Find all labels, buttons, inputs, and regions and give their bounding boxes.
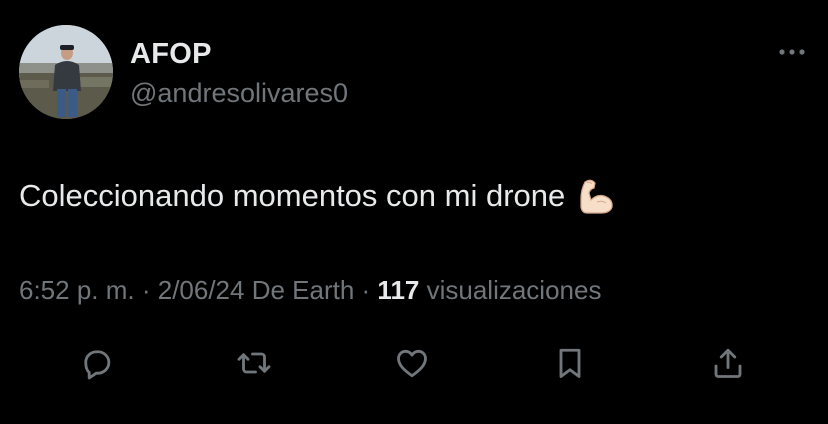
tweet-time[interactable]: 6:52 p. m. [19,275,135,305]
flexed-biceps-emoji-icon [577,176,617,216]
avatar[interactable] [19,25,113,119]
heart-icon [397,349,427,378]
views-count[interactable]: 117 [377,275,419,305]
bookmark-button[interactable] [547,340,593,386]
action-bar [0,340,828,386]
tweet-text: Coleccionando momentos con mi drone [19,176,617,216]
meta-separator: · [354,275,378,305]
reply-button[interactable] [74,340,120,386]
views-label: visualizaciones [419,275,602,305]
share-icon [714,348,742,378]
tweet-text-content: Coleccionando momentos con mi drone [19,178,566,213]
tweet-detail: AFOP @andresolivares0 Coleccionando mome… [0,0,828,424]
display-name[interactable]: AFOP [130,38,212,71]
bookmark-icon [559,348,581,378]
share-button[interactable] [705,340,751,386]
more-options-icon[interactable] [776,42,808,62]
tweet-meta: 6:52 p. m. · 2/06/24 De Earth · 117 visu… [19,275,601,306]
tweet-date-source[interactable]: 2/06/24 De Earth [158,275,355,305]
avatar-photo [19,25,113,119]
meta-separator: · [134,275,158,305]
like-button[interactable] [389,340,435,386]
reply-icon [84,350,111,380]
repost-button[interactable] [231,340,277,386]
repost-icon [237,352,271,374]
user-handle[interactable]: @andresolivares0 [130,78,348,109]
